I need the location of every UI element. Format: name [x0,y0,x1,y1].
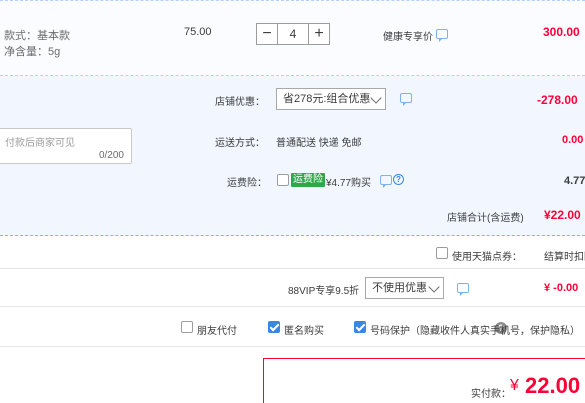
divider [0,306,585,307]
payment-label: 实付款： [471,389,511,400]
number-protect-label: 号码保护（隐藏收件人真实手机号，保护隐私） [370,326,580,337]
shop-total-value: ¥22.00 [544,208,581,222]
number-protect-checkbox[interactable] [354,321,366,333]
insurance-label: 运费险： [227,178,267,189]
divider [0,268,585,269]
insurance-checkbox[interactable] [277,174,289,186]
item-unit-price: 75.00 [184,26,212,38]
seller-memo-input[interactable]: 付款后商家可见 0/200 [0,128,132,164]
divider [0,346,585,347]
anonymous-checkbox[interactable] [268,321,280,333]
shop-discount-value: -278.00 [537,93,578,107]
memo-char-count: 0/200 [98,150,124,161]
chevron-down-icon [370,92,382,104]
chat-icon[interactable] [436,29,448,42]
memo-placeholder: 付款后商家可见 [5,138,75,149]
quantity-input[interactable]: 4 [278,23,308,45]
payment-currency: ¥ [510,377,519,394]
item-net-content: 净含量：5g [4,46,61,58]
insurance-badge: 运费险 [291,173,325,187]
quantity-increase-button[interactable]: + [308,23,330,45]
chat-icon[interactable] [457,283,469,296]
friend-pay-checkbox[interactable] [181,321,193,333]
shop-discount-selected: 省278元:组合优惠 [283,93,371,105]
vip-discount-selected: 不使用优惠 [372,282,427,294]
use-points-label: 使用天猫点券： [452,252,522,263]
friend-pay-label: 朋友代付 [197,326,237,337]
shipping-label: 运送方式： [215,138,265,149]
vip-discount-value: ¥ -0.00 [544,282,579,294]
shipping-method: 普通配送 快递 免邮 [276,138,362,149]
shop-total-label: 店铺合计(含运费) [447,213,524,224]
vip-discount-label: 88VIP专享9.5折 [288,286,360,297]
chat-icon[interactable] [400,93,412,106]
chevron-down-icon [428,281,440,293]
quantity-stepper: − 4 + [256,23,330,45]
quantity-decrease-button[interactable]: − [256,23,278,45]
item-total: 300.00 [543,25,580,39]
use-points-checkbox[interactable] [436,247,448,259]
help-icon[interactable]: ? [393,174,404,185]
anonymous-label: 匿名购买 [284,326,324,337]
insurance-value: 4.77 [564,175,585,187]
chat-icon[interactable] [380,175,392,188]
payment-summary-box: 实付款： ¥ 22.00 [263,358,585,403]
shop-discount-label: 店铺优惠： [215,97,265,108]
settle-deduct-label: 结算时扣除 [544,252,585,263]
discount-price-label: 健康专享价 [383,32,433,43]
insurance-price: ¥4.77购买 [326,178,372,189]
shipping-fee: 0.00 [562,134,584,146]
shop-discount-select[interactable]: 省278元:组合优惠 [276,88,386,110]
vip-discount-select[interactable]: 不使用优惠 [365,277,444,299]
payment-amount: 22.00 [525,373,581,398]
item-style: 款式：基本款 [4,30,70,42]
